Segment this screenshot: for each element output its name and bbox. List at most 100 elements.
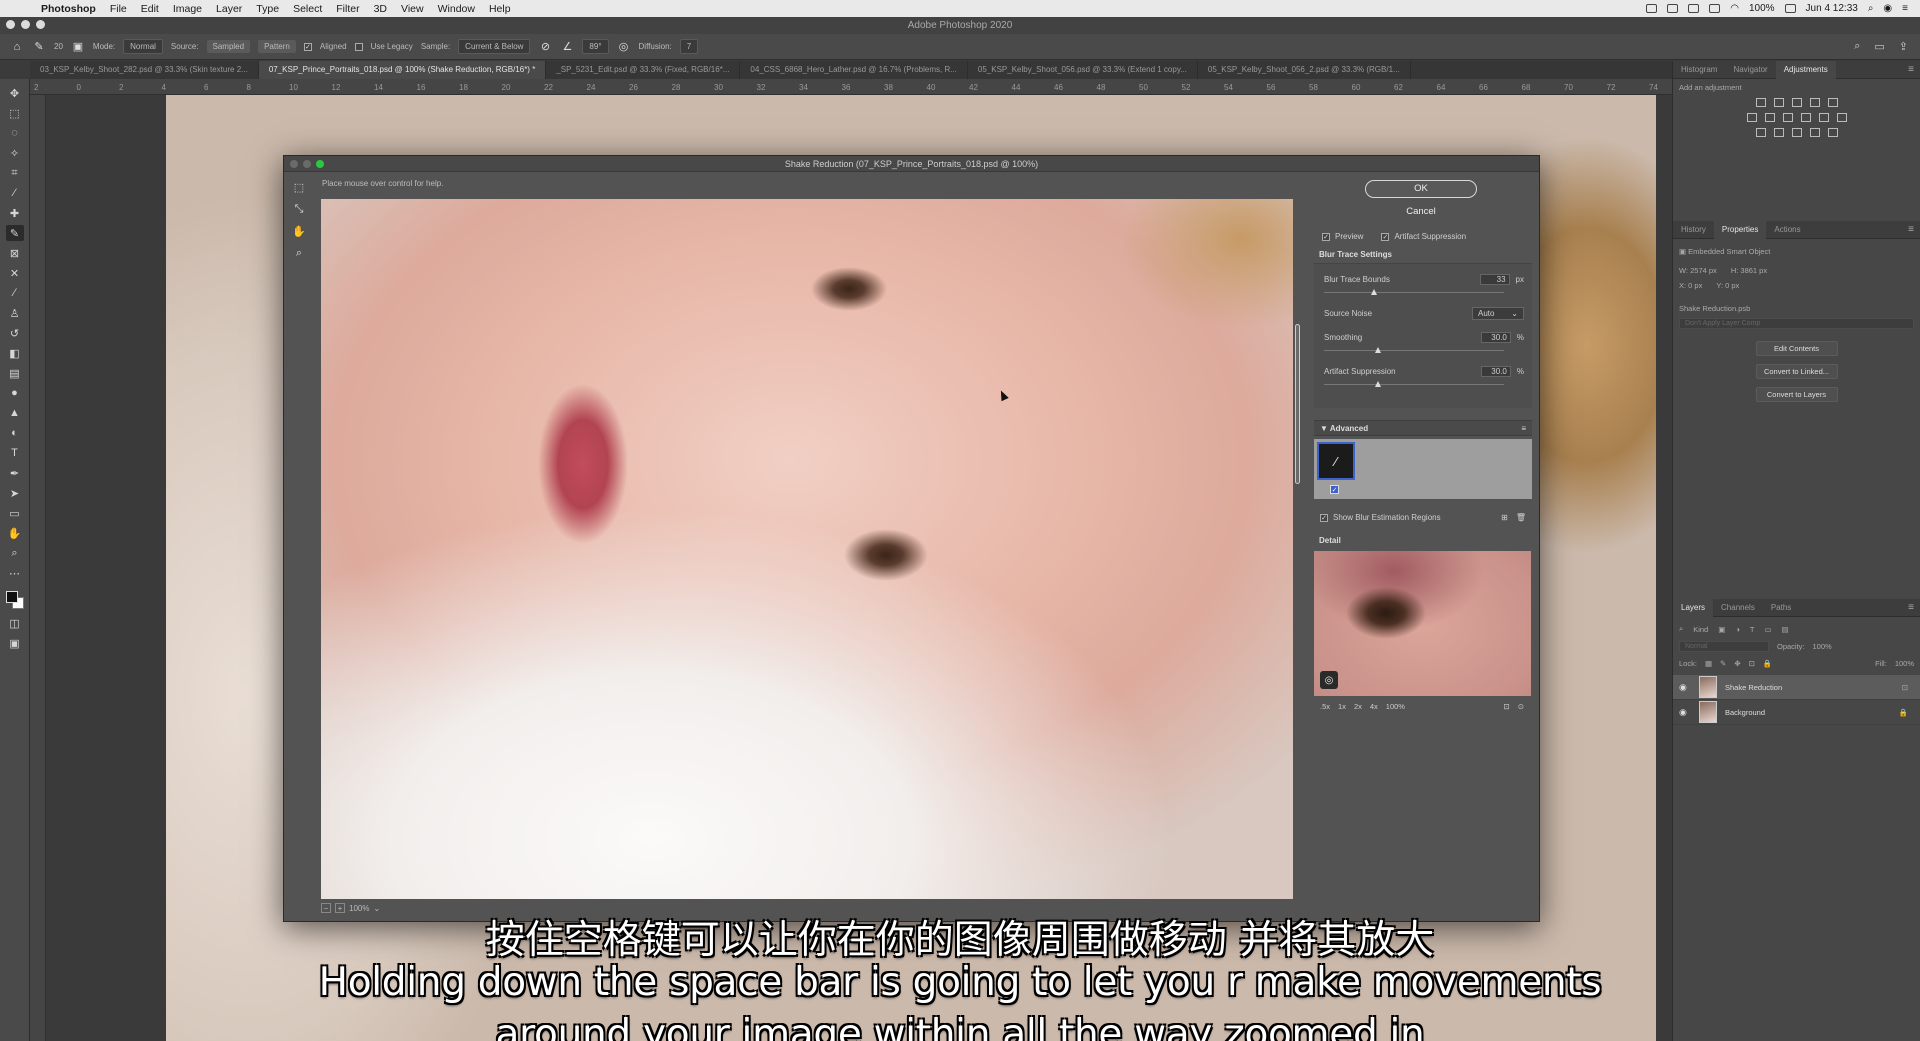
blend-mode-select[interactable]: Normal [1679, 640, 1769, 652]
blur-direction-tool-icon[interactable]: ⤡ [291, 202, 307, 216]
smoothing-slider[interactable] [1324, 346, 1504, 358]
spotlight-icon[interactable]: ⌕ [1868, 3, 1874, 14]
source-sampled-button[interactable]: Sampled [206, 40, 251, 53]
doc-tab-1[interactable]: 03_KSP_Kelby_Shoot_282.psd @ 33.3% (Skin… [30, 61, 259, 79]
filter-pixel-icon[interactable]: ▣ [1718, 625, 1725, 634]
gradient-tool-icon[interactable]: ▤ [6, 365, 24, 381]
color-lookup-icon[interactable] [1836, 113, 1847, 122]
hand-tool-icon[interactable]: ✋ [291, 224, 307, 238]
zoom-tool-icon[interactable]: ⌕ [291, 246, 307, 260]
dialog-minimize-button[interactable] [303, 160, 311, 168]
menu-window[interactable]: Window [431, 3, 482, 15]
tab-adjustments[interactable]: Adjustments [1775, 60, 1836, 79]
home-icon[interactable]: ⌂ [10, 40, 24, 54]
filter-adjustment-icon[interactable]: ◑ [1735, 625, 1740, 634]
menu-select[interactable]: Select [286, 3, 329, 15]
tab-properties[interactable]: Properties [1713, 220, 1767, 239]
black-white-icon[interactable] [1782, 113, 1793, 122]
workspace-icon[interactable]: ▭ [1874, 40, 1884, 53]
artifact-suppression-knob[interactable] [1375, 381, 1381, 387]
close-window-button[interactable] [6, 20, 15, 29]
zoom-tool-icon[interactable]: ⌕ [6, 545, 24, 561]
source-pattern-button[interactable]: Pattern [258, 40, 296, 53]
diffusion-select[interactable]: 7 [679, 39, 699, 54]
detail-zoom-4x[interactable]: 4x [1370, 702, 1378, 711]
layer-kind-select[interactable]: Kind [1693, 625, 1708, 634]
y-field[interactable]: Y: 0 px [1716, 281, 1739, 290]
lock-position-icon[interactable]: ✥ [1734, 659, 1740, 668]
doc-tab-3[interactable]: _SP_5231_Edit.psd @ 33.3% (Fixed, RGB/16… [546, 61, 741, 79]
layer-comp-select[interactable]: Don't Apply Layer Comp [1679, 318, 1914, 329]
spot-healing-tool-icon[interactable]: ✚ [6, 205, 24, 221]
foreground-color[interactable] [5, 591, 18, 603]
add-region-icon[interactable]: ⊞ [1501, 513, 1508, 522]
convert-to-layers-button[interactable]: Convert to Layers [1755, 387, 1838, 402]
menu-view[interactable]: View [394, 3, 431, 15]
width-field[interactable]: W: 2574 px [1679, 266, 1717, 275]
gradient-map-icon[interactable] [1809, 128, 1820, 137]
hue-saturation-icon[interactable] [1746, 113, 1757, 122]
pressure-icon[interactable]: ◎ [617, 40, 631, 54]
use-legacy-checkbox[interactable] [354, 42, 363, 51]
cancel-button[interactable]: Cancel [1365, 204, 1477, 222]
color-balance-icon[interactable] [1764, 113, 1775, 122]
pen-tool-icon[interactable]: ✒ [6, 465, 24, 481]
brush-tool-icon[interactable]: ∕ [6, 285, 24, 301]
artifact-suppression-checkbox[interactable]: ✓ [1381, 232, 1390, 241]
tab-paths[interactable]: Paths [1763, 599, 1799, 617]
tab-layers[interactable]: Layers [1673, 598, 1714, 617]
creative-cloud-icon[interactable] [1709, 4, 1721, 13]
healing-brush-tool-icon[interactable]: ✎ [5, 225, 24, 241]
dropbox-icon[interactable] [1667, 4, 1679, 13]
quick-select-tool-icon[interactable]: ✧ [6, 145, 24, 161]
opacity-field[interactable]: 100% [1813, 642, 1832, 651]
visibility-eye-icon[interactable]: ◉ [1679, 707, 1691, 718]
posterize-icon[interactable] [1773, 128, 1784, 137]
blur-trace-bounds-knob[interactable] [1371, 289, 1378, 295]
healing-brush-tool-icon[interactable]: ✎ [32, 40, 46, 54]
lock-artboard-icon[interactable]: ⊡ [1749, 659, 1755, 668]
zoom-window-button[interactable] [36, 20, 45, 29]
photo-filter-icon[interactable] [1800, 113, 1811, 122]
detail-loupe[interactable]: ◎ [1314, 551, 1531, 696]
show-blur-regions-checkbox[interactable]: ✓ [1320, 513, 1328, 522]
panel-menu-icon[interactable]: ≡ [1908, 64, 1914, 75]
menu-layer[interactable]: Layer [209, 3, 249, 15]
filter-smart-icon[interactable]: ▤ [1782, 625, 1789, 634]
menu-3d[interactable]: 3D [367, 3, 394, 15]
screen-mode-icon[interactable]: ▣ [6, 635, 24, 651]
share-icon[interactable]: ⇪ [1899, 40, 1908, 53]
detail-zoom-1x[interactable]: 1x [1338, 702, 1346, 711]
disclosure-triangle-icon[interactable]: ▼ [1320, 424, 1328, 433]
path-select-tool-icon[interactable]: ➤ [6, 485, 24, 501]
trash-icon[interactable]: 🗑 [1516, 513, 1526, 522]
artifact-toggle[interactable]: ✓ Artifact Suppression [1381, 232, 1466, 241]
selective-color-icon[interactable] [1827, 128, 1838, 137]
smoothing-knob[interactable] [1375, 347, 1381, 353]
blur-trace-checkbox[interactable]: ✓ [1330, 485, 1339, 494]
menu-file[interactable]: File [103, 3, 134, 15]
more-tools-icon[interactable]: ⋯ [6, 565, 24, 581]
history-brush-tool-icon[interactable]: ↺ [6, 325, 24, 341]
artifact-suppression-field[interactable]: 30.0 [1480, 365, 1511, 377]
menu-app[interactable]: Photoshop [34, 3, 103, 15]
frame-tool-icon[interactable]: ⊠ [6, 245, 24, 261]
doc-tab-4[interactable]: 04_CSS_6868_Hero_Lather.psd @ 16.7% (Pro… [740, 61, 968, 79]
filter-shape-icon[interactable]: ▭ [1764, 625, 1771, 634]
invert-icon[interactable] [1755, 128, 1766, 137]
mode-select[interactable]: Normal [123, 39, 163, 54]
visibility-eye-icon[interactable]: ◉ [1679, 682, 1691, 693]
screen-record-icon[interactable] [1646, 4, 1658, 13]
dodge-tool-icon[interactable]: ◐ [6, 425, 24, 441]
convert-to-linked-button[interactable]: Convert to Linked... [1755, 364, 1838, 379]
layer-name[interactable]: Background [1725, 708, 1765, 717]
quick-mask-icon[interactable]: ◫ [6, 615, 24, 631]
layer-name[interactable]: Shake Reduction [1725, 683, 1782, 692]
ok-button[interactable]: OK [1365, 180, 1477, 198]
angle-field[interactable]: 89° [582, 39, 609, 54]
notification-center-icon[interactable]: ≡ [1902, 3, 1908, 14]
layer-row[interactable]: ◉ Background 🔒 [1673, 700, 1920, 725]
eraser-tool-icon[interactable]: ◧ [6, 345, 24, 361]
enhance-region-icon[interactable]: ⊙ [1518, 702, 1524, 711]
sharpen-tool-icon[interactable]: ▲ [6, 405, 24, 421]
